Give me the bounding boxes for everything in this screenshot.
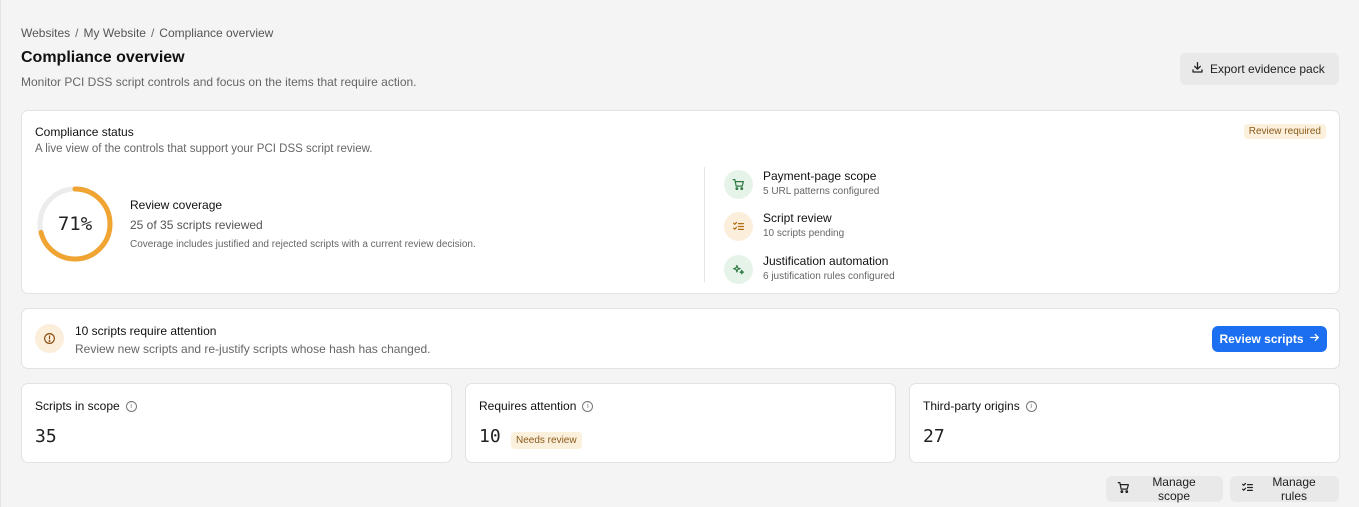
breadcrumb-separator: / [75,26,79,40]
breadcrumb: Websites / My Website / Compliance overv… [21,26,273,40]
checklist-icon [724,212,753,241]
info-icon[interactable]: i [582,400,594,412]
manage-scope-label: Manage scope [1152,475,1196,503]
manage-rules-button[interactable]: Manage rules [1230,475,1339,503]
coverage-note: Coverage includes justified and rejected… [130,239,476,250]
breadcrumb-separator: / [150,26,155,40]
control-script-review[interactable]: Script review 10 scripts pending [724,210,844,241]
cart-icon [1117,481,1130,497]
breadcrumb-websites[interactable]: Websites [21,26,70,40]
metric-requires-attention: Requires attention i 10 Needs review [465,383,896,463]
control-title: Script review [763,211,832,225]
export-evidence-label: Export evidence pack [1210,62,1325,76]
download-icon [1191,61,1204,77]
review-scripts-label: Review scripts [1219,332,1304,346]
metric-scripts-in-scope: Scripts in scope i 35 [21,383,452,463]
control-title: Payment-page scope [763,169,877,183]
attention-subtitle: Review new scripts and re-justify script… [75,342,431,356]
metric-value: 27 [923,426,945,447]
control-subtitle: 6 justification rules configured [763,271,895,282]
metric-value: 10 [479,426,501,447]
breadcrumb-my-website[interactable]: My Website [83,26,145,40]
info-icon[interactable]: i [125,400,137,412]
coverage-percent: 71% [57,213,93,235]
metric-value: 35 [35,426,57,447]
review-required-badge: Review required [1243,124,1326,139]
attention-banner: 10 scripts require attention Review new … [21,308,1340,369]
sparkle-icon [724,255,753,284]
status-subtitle: A live view of the controls that support… [35,143,373,155]
attention-title: 10 scripts require attention [75,324,217,338]
info-icon[interactable]: i [1025,400,1037,412]
coverage-count: 25 of 35 scripts reviewed [130,218,263,232]
coverage-title: Review coverage [130,198,223,212]
metric-third-party-origins: Third-party origins i 27 [909,383,1340,463]
manage-rules-label: Manage rules [1272,475,1316,503]
page-subtitle: Monitor PCI DSS script controls and focu… [21,75,417,89]
metric-label: Requires attention [479,399,577,413]
checklist-icon [1241,481,1254,497]
control-payment-page-scope[interactable]: Payment-page scope 5 URL patterns config… [724,168,879,199]
export-evidence-button[interactable]: Export evidence pack [1180,53,1339,85]
cart-icon [724,170,753,199]
needs-review-badge: Needs review [511,432,582,449]
divider [704,167,705,282]
status-title: Compliance status [35,125,134,139]
page-title: Compliance overview [21,49,185,66]
manage-scope-button[interactable]: Manage scope [1106,475,1223,503]
control-subtitle: 5 URL patterns configured [763,186,880,197]
breadcrumb-current: Compliance overview [159,26,274,40]
alert-icon [35,324,64,353]
control-title: Justification automation [763,254,889,268]
control-subtitle: 10 scripts pending [763,228,845,239]
metric-label: Scripts in scope [35,399,120,413]
review-scripts-button[interactable]: Review scripts [1212,326,1327,352]
control-justification-automation[interactable]: Justification automation 6 justification… [724,253,895,284]
compliance-status-card: Compliance status A live view of the con… [21,110,1340,294]
arrow-right-icon [1309,332,1320,346]
metric-label: Third-party origins [923,399,1020,413]
